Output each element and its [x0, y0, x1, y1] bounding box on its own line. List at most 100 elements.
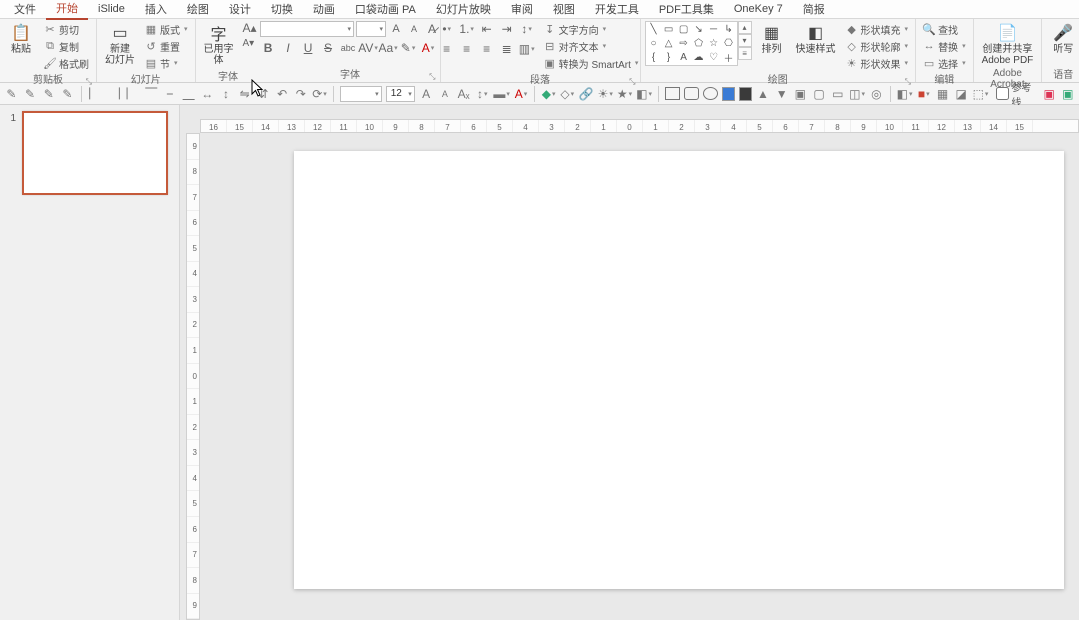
- qat-swatch-dark[interactable]: [739, 87, 752, 101]
- align-middle-qat[interactable]: ⎯: [163, 86, 178, 102]
- menu-view[interactable]: 视图: [543, 0, 585, 19]
- shape-roundrect[interactable]: ▢: [677, 23, 691, 36]
- eyedropper-2[interactable]: ✎: [23, 86, 38, 102]
- shape-text[interactable]: A: [677, 51, 691, 64]
- qat-outline[interactable]: ◇: [560, 86, 575, 102]
- align-center-button[interactable]: ≡: [459, 41, 475, 57]
- copy-button[interactable]: ⧉复制: [41, 38, 92, 54]
- qat-size-combo[interactable]: 12▾: [386, 86, 415, 102]
- align-center-h-qat[interactable]: ⎹: [106, 86, 121, 102]
- qat-misc1[interactable]: ◧: [897, 86, 913, 102]
- qat-swatch-blue[interactable]: [722, 87, 735, 101]
- clear-format-button[interactable]: A̷: [424, 21, 440, 37]
- qat-group[interactable]: ▣: [793, 86, 808, 102]
- qat-field[interactable]: ▭: [830, 86, 845, 102]
- new-slide-button[interactable]: ▭ 新建 幻灯片: [101, 21, 139, 68]
- increase-font-icon[interactable]: A▴: [243, 21, 257, 35]
- menu-draw[interactable]: 绘图: [177, 0, 219, 19]
- align-bottom-qat[interactable]: ⎽: [181, 86, 196, 102]
- find-button[interactable]: 🔍查找: [920, 21, 969, 37]
- italic-button[interactable]: I: [280, 40, 296, 56]
- reset-button[interactable]: ↺重置: [142, 38, 191, 54]
- text-direction-button[interactable]: ↧文字方向▾: [541, 21, 642, 37]
- qat-grid-btn[interactable]: ▦: [935, 86, 950, 102]
- menu-show[interactable]: 幻灯片放映: [426, 0, 501, 19]
- bullets-button[interactable]: •: [439, 21, 455, 37]
- menu-home[interactable]: 开始: [46, 0, 88, 20]
- qat-office-icon[interactable]: ▣: [1042, 86, 1057, 102]
- cut-button[interactable]: ✂剪切: [41, 21, 92, 37]
- rotate-r-qat[interactable]: ↷: [293, 86, 308, 102]
- qat-shape-roundrect[interactable]: [684, 87, 699, 100]
- font-panel-button[interactable]: 字 已用字 体: [200, 21, 238, 68]
- menu-pdf[interactable]: PDF工具集: [649, 0, 724, 19]
- align-text-button[interactable]: ⊟对齐文本▾: [541, 38, 642, 54]
- shapes-gallery[interactable]: ╲ ▭ ▢ ↘ ─ ↳ ○ △ ⇨ ⬠ ☆ ⎔ { } A ☁ ♡: [645, 21, 738, 66]
- flip-h-qat[interactable]: ⇋: [237, 86, 252, 102]
- char-spacing-button[interactable]: AV: [360, 40, 376, 56]
- shape-arrowr[interactable]: ⇨: [677, 37, 691, 50]
- qat-font-combo[interactable]: ▾: [340, 86, 382, 102]
- change-case-button[interactable]: Aa: [380, 40, 396, 56]
- shape-tri[interactable]: △: [662, 37, 676, 50]
- eyedropper-4[interactable]: ✎: [60, 86, 75, 102]
- qat-grow-font[interactable]: A: [419, 86, 434, 102]
- qat-merge[interactable]: ◎: [869, 86, 884, 102]
- columns-button[interactable]: ▥: [519, 41, 535, 57]
- shapes-scroll-up[interactable]: ▴: [738, 21, 752, 34]
- qat-shape-oval[interactable]: [703, 87, 718, 100]
- thumbnail-pane[interactable]: 1: [0, 105, 180, 620]
- qat-misc2[interactable]: ■: [916, 86, 931, 102]
- indent-button[interactable]: ⇥: [499, 21, 515, 37]
- select-button[interactable]: ▭选择▾: [920, 55, 969, 71]
- qat-link[interactable]: 🔗: [579, 86, 594, 102]
- rotate-l-qat[interactable]: ↶: [275, 86, 290, 102]
- clipboard-launcher[interactable]: ⤡: [86, 77, 92, 87]
- qat-crop[interactable]: ◫: [849, 86, 865, 102]
- shape-line[interactable]: ╲: [647, 23, 661, 36]
- qat-bring-front[interactable]: ▲: [756, 86, 771, 102]
- shape-heart[interactable]: ♡: [707, 51, 721, 64]
- rotate-menu-qat[interactable]: ⟳: [312, 86, 327, 102]
- horizontal-ruler[interactable]: 1615141312111098765432101234567891011121…: [200, 119, 1079, 133]
- format-painter-button[interactable]: 🖌格式刷: [41, 55, 92, 71]
- menu-onekey[interactable]: OneKey 7: [724, 1, 793, 17]
- font-color-button[interactable]: A: [420, 40, 436, 56]
- font-family-combo[interactable]: ▾: [260, 21, 354, 37]
- shrink-font-button[interactable]: A: [406, 21, 422, 37]
- qat-icon4[interactable]: ◪: [954, 86, 969, 102]
- menu-trans[interactable]: 切换: [261, 0, 303, 19]
- menu-insert[interactable]: 插入: [135, 0, 177, 19]
- shapes-expand[interactable]: ≡: [738, 47, 752, 60]
- highlight-button[interactable]: ✎: [400, 40, 416, 56]
- decrease-font-icon[interactable]: A▾: [243, 38, 257, 49]
- menu-brief[interactable]: 简报: [793, 0, 835, 19]
- shape-outline-button[interactable]: ◇形状轮廓▾: [843, 38, 912, 54]
- dist-v-qat[interactable]: ↕: [219, 86, 234, 102]
- qat-sub[interactable]: Aₓ: [456, 86, 471, 102]
- menu-dev[interactable]: 开发工具: [585, 0, 649, 19]
- shape-brace[interactable]: {: [647, 51, 661, 64]
- qat-spacing[interactable]: ↕: [475, 86, 490, 102]
- qat-send-back[interactable]: ▼: [774, 86, 789, 102]
- paragraph-launcher[interactable]: ⤡: [629, 77, 635, 87]
- align-right-button[interactable]: ≡: [479, 41, 495, 57]
- shape-callout[interactable]: ⎔: [722, 37, 736, 50]
- bold-button[interactable]: B: [260, 40, 276, 56]
- align-left-button[interactable]: ≡: [439, 41, 455, 57]
- drawing-launcher[interactable]: ⤡: [905, 77, 911, 87]
- font-size-combo[interactable]: ▾: [356, 21, 386, 37]
- qat-star[interactable]: ★: [617, 86, 632, 102]
- qat-3d[interactable]: ◧: [636, 86, 652, 102]
- acrobat-button[interactable]: 📄 创建并共享 Adobe PDF: [978, 21, 1038, 68]
- shape-star[interactable]: ☆: [707, 37, 721, 50]
- eyedropper-3[interactable]: ✎: [41, 86, 56, 102]
- strike-button[interactable]: S: [320, 40, 336, 56]
- align-right-qat[interactable]: ⎸: [125, 86, 140, 102]
- shape-brace2[interactable]: }: [662, 51, 676, 64]
- outdent-button[interactable]: ⇤: [479, 21, 495, 37]
- menu-pa[interactable]: 口袋动画 PA: [345, 0, 426, 19]
- shape-connector[interactable]: ↳: [722, 23, 736, 36]
- shape-poly[interactable]: ⬠: [692, 37, 706, 50]
- dist-h-qat[interactable]: ↔: [200, 86, 215, 102]
